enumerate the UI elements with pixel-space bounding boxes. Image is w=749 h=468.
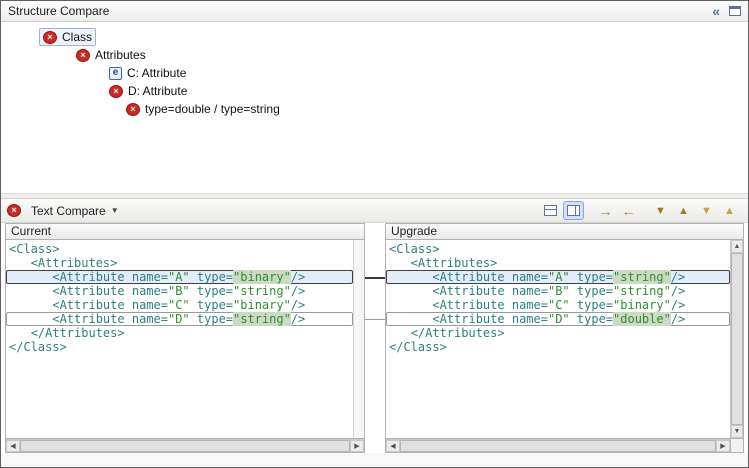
text-compare-header: × Text Compare ▼ →←▼▲▼▲ xyxy=(1,198,748,223)
left-code-area: <Class> <Attributes> <Attribute name="A"… xyxy=(5,240,365,439)
diff-gutter xyxy=(365,223,385,453)
code-line[interactable]: </Attributes> xyxy=(6,326,353,340)
structure-compare-titlebar: Structure Compare « xyxy=(1,1,748,22)
structure-tree: × Class × Attributes e C: Attribute × D: Attrib… xyxy=(1,22,748,193)
scroll-down-arrow-icon[interactable]: ▼ xyxy=(731,425,743,438)
code-line[interactable]: <Class> xyxy=(6,242,353,256)
tree-item[interactable]: × D: Attribute xyxy=(1,82,748,100)
left-vertical-scrollbar[interactable] xyxy=(353,240,364,438)
code-line[interactable]: </Attributes> xyxy=(386,326,730,340)
code-line[interactable]: <Attributes> xyxy=(386,256,730,270)
previous-difference-icon[interactable]: ▲ xyxy=(673,201,694,220)
diff-connector xyxy=(365,319,385,320)
two-way-compare-icon[interactable] xyxy=(563,201,584,220)
tree-item-label: Attributes xyxy=(95,48,146,62)
left-pane: Current <Class> <Attributes> <Attribute … xyxy=(5,223,365,453)
bottom-spacer xyxy=(1,453,748,467)
tree-item[interactable]: × type=double / type=string xyxy=(1,100,748,118)
scrollbar-corner xyxy=(731,439,744,453)
change-icon: × xyxy=(7,204,21,217)
code-line[interactable]: <Attribute name="B" type="string"/> xyxy=(6,284,353,298)
right-horizontal-scrollbar[interactable]: ◀ ▶ xyxy=(385,439,731,453)
code-line[interactable]: <Attribute name="D" type="double"/> xyxy=(386,312,730,326)
tree-item[interactable]: × Attributes xyxy=(1,46,748,64)
right-code[interactable]: <Class> <Attributes> <Attribute name="A"… xyxy=(386,240,730,438)
change-icon: × xyxy=(43,31,57,44)
scroll-thumb[interactable] xyxy=(400,440,716,452)
left-code[interactable]: <Class> <Attributes> <Attribute name="A"… xyxy=(6,240,353,438)
maximize-view-icon[interactable] xyxy=(729,6,741,16)
scroll-left-arrow-icon[interactable]: ◀ xyxy=(6,440,20,452)
code-line[interactable]: <Attribute name="C" type="binary"/> xyxy=(6,298,353,312)
left-pane-header: Current xyxy=(5,223,365,240)
text-compare-menu-dropdown-icon[interactable]: ▼ xyxy=(111,206,119,215)
scroll-left-arrow-icon[interactable]: ◀ xyxy=(386,440,400,452)
text-compare-toolbar: →←▼▲▼▲ xyxy=(540,201,742,220)
structure-compare-toolbar: « xyxy=(712,4,741,18)
scroll-up-arrow-icon[interactable]: ▲ xyxy=(731,240,743,253)
change-icon: × xyxy=(126,103,140,116)
text-compare-title: Text Compare xyxy=(31,204,106,218)
code-line[interactable]: <Attribute name="A" type="binary"/> xyxy=(6,270,353,284)
copy-all-right-to-left-icon[interactable]: ← xyxy=(618,201,639,220)
scroll-thumb[interactable] xyxy=(731,253,743,425)
code-line[interactable]: <Attributes> xyxy=(6,256,353,270)
right-pane-header: Upgrade xyxy=(385,223,744,240)
tree-item[interactable]: e C: Attribute xyxy=(1,64,748,82)
right-vertical-scrollbar[interactable]: ▲ ▼ xyxy=(730,240,743,438)
code-line[interactable]: </Class> xyxy=(386,340,730,354)
tree-item-label: Class xyxy=(62,30,92,44)
code-line[interactable]: <Attribute name="A" type="string"/> xyxy=(386,270,730,284)
tree-item-label: C: Attribute xyxy=(127,66,186,80)
change-icon: × xyxy=(109,85,123,98)
code-line[interactable]: <Attribute name="D" type="string"/> xyxy=(6,312,353,326)
right-code-area: <Class> <Attributes> <Attribute name="A"… xyxy=(385,240,744,439)
code-line[interactable]: </Class> xyxy=(6,340,353,354)
next-difference-icon[interactable]: ▼ xyxy=(650,201,671,220)
compare-editor-window: Structure Compare « × Class × Attributes e C:… xyxy=(0,0,749,468)
change-icon: × xyxy=(76,49,90,62)
hide-ancestor-pane-icon[interactable] xyxy=(540,201,561,220)
previous-change-icon[interactable]: ▲ xyxy=(719,201,740,220)
code-line[interactable]: <Attribute name="C" type="binary"/> xyxy=(386,298,730,312)
scroll-thumb[interactable] xyxy=(20,440,350,452)
right-pane: Upgrade <Class> <Attributes> <Attribute … xyxy=(385,223,744,453)
next-change-icon[interactable]: ▼ xyxy=(696,201,717,220)
minimize-view-icon[interactable]: « xyxy=(712,4,720,18)
scroll-right-arrow-icon[interactable]: ▶ xyxy=(350,440,364,452)
left-horizontal-scrollbar[interactable]: ◀ ▶ xyxy=(5,439,365,453)
tree-item-label: type=double / type=string xyxy=(145,102,280,116)
diff-connector xyxy=(365,277,385,279)
element-icon: e xyxy=(109,67,122,80)
code-line[interactable]: <Attribute name="B" type="string"/> xyxy=(386,284,730,298)
structure-compare-title: Structure Compare xyxy=(8,4,109,18)
tree-item[interactable]: × Class xyxy=(1,28,748,46)
scroll-right-arrow-icon[interactable]: ▶ xyxy=(716,440,730,452)
copy-all-left-to-right-icon[interactable]: → xyxy=(595,201,616,220)
code-line[interactable]: <Class> xyxy=(386,242,730,256)
tree-item-label: D: Attribute xyxy=(128,84,187,98)
text-compare-body: Current <Class> <Attributes> <Attribute … xyxy=(1,223,748,453)
